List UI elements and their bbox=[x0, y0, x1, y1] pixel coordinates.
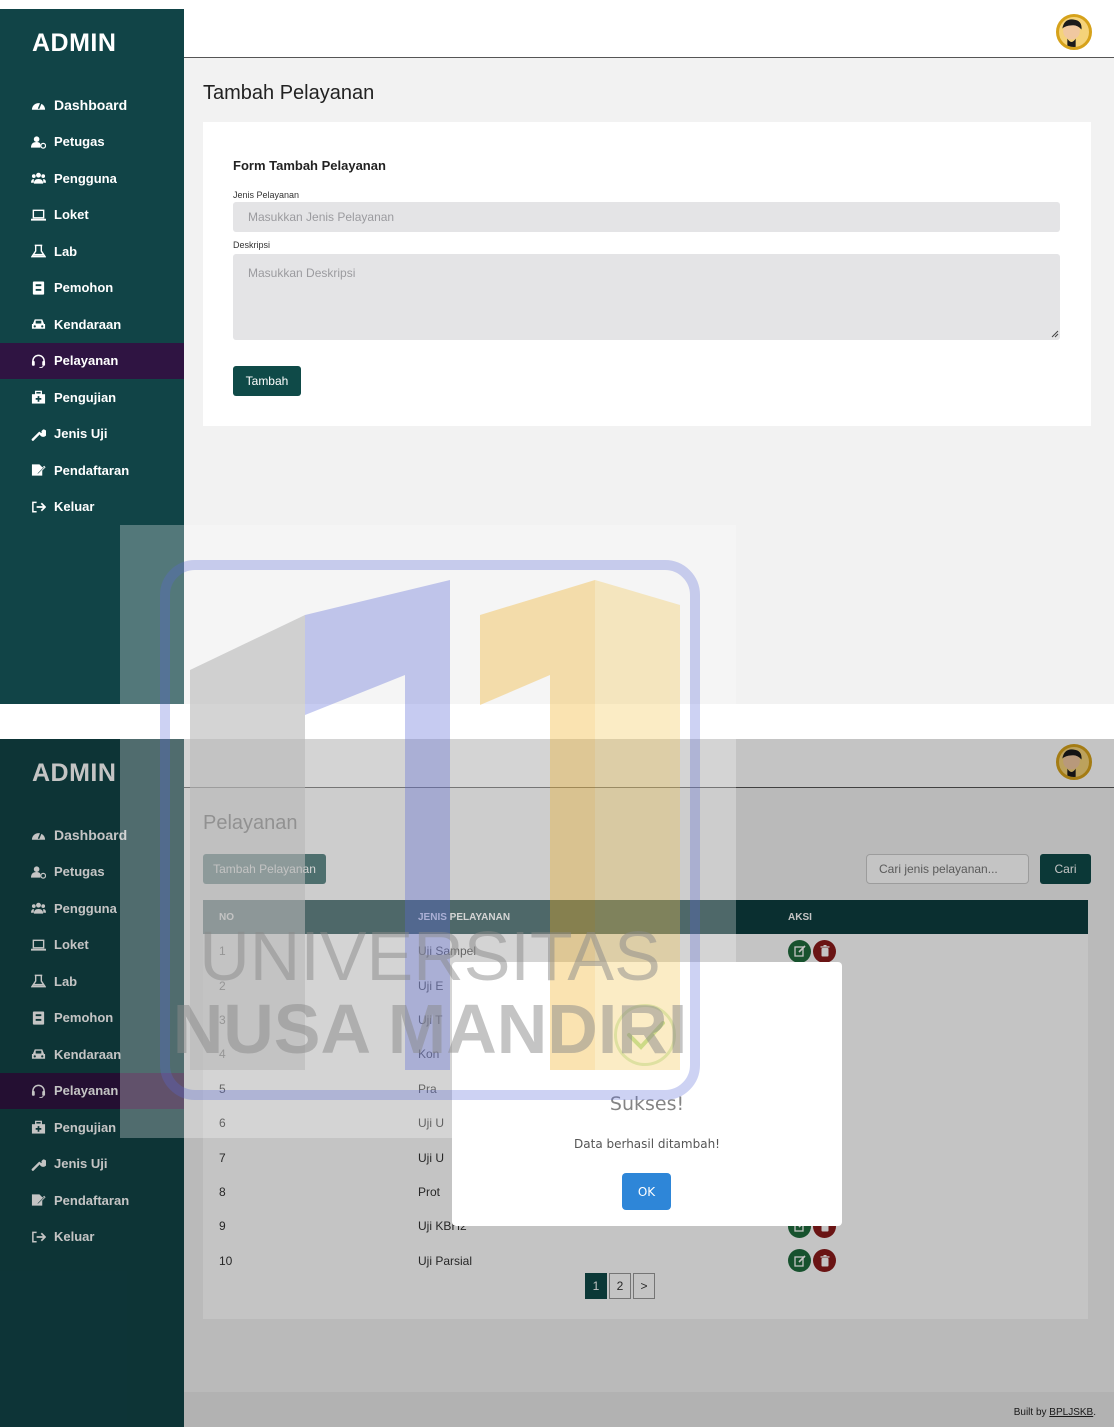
sidebar-item-label: Lab bbox=[54, 243, 78, 259]
sidebar-item-label: Pendaftaran bbox=[54, 462, 130, 478]
clinic-icon bbox=[30, 390, 46, 404]
deskripsi-textarea[interactable] bbox=[233, 254, 1060, 340]
sidebar-item-label: Loket bbox=[54, 207, 89, 223]
sidebar-item-label: Pemohon bbox=[54, 280, 114, 296]
laptop-icon bbox=[30, 208, 46, 222]
sidebar-item-label: Pelayanan bbox=[54, 353, 119, 369]
sidebar-item-pengguna[interactable]: Pengguna bbox=[0, 160, 184, 197]
success-check-icon bbox=[614, 1004, 676, 1066]
sidebar-item-loket[interactable]: Loket bbox=[0, 197, 184, 234]
car-icon bbox=[30, 317, 46, 331]
tambah-button[interactable]: Tambah bbox=[233, 366, 301, 396]
modal-message: Data berhasil ditambah! bbox=[574, 1137, 720, 1151]
deskripsi-label: Deskripsi bbox=[233, 240, 271, 250]
brand-title: ADMIN bbox=[32, 29, 117, 57]
sidebar-item-kendaraan[interactable]: Kendaraan bbox=[0, 306, 184, 343]
sidebar-item-lab[interactable]: Lab bbox=[0, 233, 184, 270]
flask-icon bbox=[30, 244, 46, 258]
user-cog-icon bbox=[30, 135, 46, 149]
page-title: Tambah Pelayanan bbox=[203, 82, 375, 104]
modal-ok-button[interactable]: OK bbox=[622, 1173, 671, 1210]
sidebar-item-jenis-uji[interactable]: Jenis Uji bbox=[0, 416, 184, 453]
sidebar-nav: Dashboard Petugas Pengguna Loket Lab Pemohon K… bbox=[0, 87, 184, 525]
topbar bbox=[184, 9, 1114, 58]
tachometer-icon bbox=[30, 98, 46, 112]
modal-title: Sukses! bbox=[609, 1093, 685, 1115]
jenis-pelayanan-input[interactable] bbox=[233, 202, 1060, 232]
sidebar-item-petugas[interactable]: Petugas bbox=[0, 124, 184, 161]
sidebar-item-pendaftaran[interactable]: Pendaftaran bbox=[0, 452, 184, 489]
resize-grip-icon[interactable] bbox=[1051, 330, 1059, 338]
sidebar: ADMIN Dashboard Petugas Pengguna Loket Lab Pe… bbox=[0, 9, 184, 704]
form-title: Form Tambah Pelayanan bbox=[233, 158, 386, 173]
sidebar-item-label: Petugas bbox=[54, 134, 105, 150]
headset-icon bbox=[30, 354, 46, 368]
screenshot-tambah-pelayanan: ADMIN Dashboard Petugas Pengguna Loket Lab Pe… bbox=[0, 9, 1114, 704]
sidebar-item-label: Pengguna bbox=[54, 170, 117, 186]
jenis-pelayanan-label: Jenis Pelayanan bbox=[233, 190, 300, 200]
sign-out-icon bbox=[30, 500, 46, 514]
signature-icon bbox=[30, 463, 46, 477]
wrench-icon bbox=[30, 427, 46, 441]
screenshot-pelayanan-list: ADMIN Dashboard Petugas Pengguna Loket Lab Pe… bbox=[0, 739, 1114, 1427]
sidebar-item-label: Keluar bbox=[54, 499, 95, 515]
users-icon bbox=[30, 171, 46, 185]
success-modal: Sukses! Data berhasil ditambah! OK bbox=[452, 962, 842, 1226]
sidebar-item-pelayanan[interactable]: Pelayanan bbox=[0, 342, 184, 379]
sidebar-item-label: Pengujian bbox=[54, 389, 117, 405]
sidebar-item-dashboard[interactable]: Dashboard bbox=[0, 87, 184, 124]
sidebar-item-pemohon[interactable]: Pemohon bbox=[0, 270, 184, 307]
sidebar-item-pengujian[interactable]: Pengujian bbox=[0, 379, 184, 416]
form-card: Form Tambah Pelayanan Jenis Pelayanan De… bbox=[203, 122, 1091, 426]
sidebar-item-label: Jenis Uji bbox=[54, 426, 108, 442]
avatar-face-icon bbox=[1062, 19, 1082, 47]
id-card-icon bbox=[30, 281, 46, 295]
sidebar-item-label: Kendaraan bbox=[54, 316, 122, 332]
avatar[interactable] bbox=[1056, 14, 1092, 50]
sidebar-item-keluar[interactable]: Keluar bbox=[0, 489, 184, 526]
sidebar-item-label: Dashboard bbox=[54, 97, 128, 114]
